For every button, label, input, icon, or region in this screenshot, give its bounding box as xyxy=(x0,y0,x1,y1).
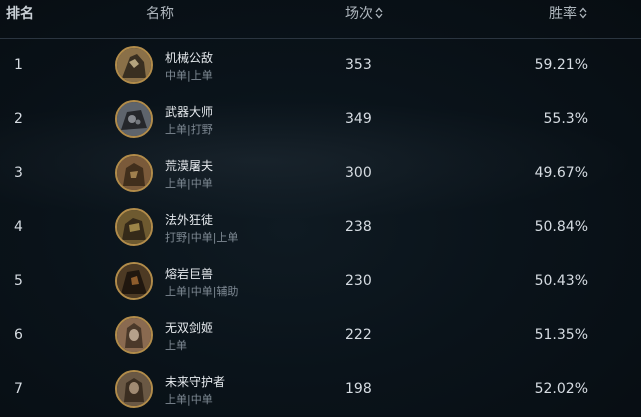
header-rank: 排名 xyxy=(6,6,34,22)
hero-avatar xyxy=(115,370,153,408)
table-row[interactable]: 3 荒漠屠夫 上单|中单 300 49.67% xyxy=(0,147,641,201)
hero-name: 武器大师 xyxy=(165,105,214,119)
games-count: 222 xyxy=(345,327,372,343)
hero-roles: 上单|打野 xyxy=(165,123,213,136)
header-games-label: 场次 xyxy=(345,6,373,22)
rank-number: 6 xyxy=(14,327,23,343)
table-row[interactable]: 7 未来守护者 上单|中单 198 52.02% xyxy=(0,363,641,417)
win-rate: 52.02% xyxy=(534,381,588,397)
games-count: 300 xyxy=(345,165,372,181)
header-winrate-sort[interactable]: 胜率 xyxy=(549,3,587,23)
hero-name: 未来守护者 xyxy=(165,375,226,389)
games-count: 230 xyxy=(345,273,372,289)
sort-updown-icon xyxy=(375,7,383,19)
hero-avatar xyxy=(115,262,153,300)
hero-name: 荒漠屠夫 xyxy=(165,159,214,173)
hero-name: 法外狂徒 xyxy=(165,213,214,227)
rank-number: 5 xyxy=(14,273,23,289)
table-row[interactable]: 2 武器大师 上单|打野 349 55.3% xyxy=(0,93,641,147)
hero-name: 熔岩巨兽 xyxy=(165,267,214,281)
header-name: 名称 xyxy=(146,6,174,22)
win-rate: 49.67% xyxy=(534,165,588,181)
rank-number: 4 xyxy=(14,219,23,235)
table-row[interactable]: 4 法外狂徒 打野|中单|上单 238 50.84% xyxy=(0,201,641,255)
rank-number: 2 xyxy=(14,111,23,127)
hero-roles: 打野|中单|上单 xyxy=(165,231,239,244)
header-games-sort[interactable]: 场次 xyxy=(345,3,383,23)
hero-roles: 上单|中单 xyxy=(165,393,213,406)
hero-roles: 上单|中单|辅助 xyxy=(165,285,239,298)
rank-number: 7 xyxy=(14,381,23,397)
hero-roles: 中单|上单 xyxy=(165,69,213,82)
table-header: 排名 名称 场次 胜率 xyxy=(0,0,641,39)
hero-name: 机械公敌 xyxy=(165,51,214,65)
sort-updown-icon xyxy=(579,7,587,19)
games-count: 349 xyxy=(345,111,372,127)
win-rate: 59.21% xyxy=(534,57,588,73)
hero-avatar xyxy=(115,100,153,138)
header-winrate-label: 胜率 xyxy=(549,6,577,22)
hero-avatar xyxy=(115,154,153,192)
table-row[interactable]: 6 无双剑姬 上单 222 51.35% xyxy=(0,309,641,363)
hero-roles: 上单 xyxy=(165,339,187,352)
hero-avatar xyxy=(115,316,153,354)
win-rate: 50.84% xyxy=(534,219,588,235)
win-rate: 50.43% xyxy=(534,273,588,289)
games-count: 198 xyxy=(345,381,372,397)
rank-number: 1 xyxy=(14,57,23,73)
win-rate: 55.3% xyxy=(543,111,588,127)
rank-number: 3 xyxy=(14,165,23,181)
hero-roles: 上单|中单 xyxy=(165,177,213,190)
hero-avatar xyxy=(115,46,153,84)
table-row[interactable]: 1 机械公敌 中单|上单 353 59.21% xyxy=(0,39,641,93)
hero-name: 无双剑姬 xyxy=(165,321,214,335)
hero-avatar xyxy=(115,208,153,246)
table-row[interactable]: 5 熔岩巨兽 上单|中单|辅助 230 50.43% xyxy=(0,255,641,309)
games-count: 238 xyxy=(345,219,372,235)
win-rate: 51.35% xyxy=(534,327,588,343)
games-count: 353 xyxy=(345,57,372,73)
